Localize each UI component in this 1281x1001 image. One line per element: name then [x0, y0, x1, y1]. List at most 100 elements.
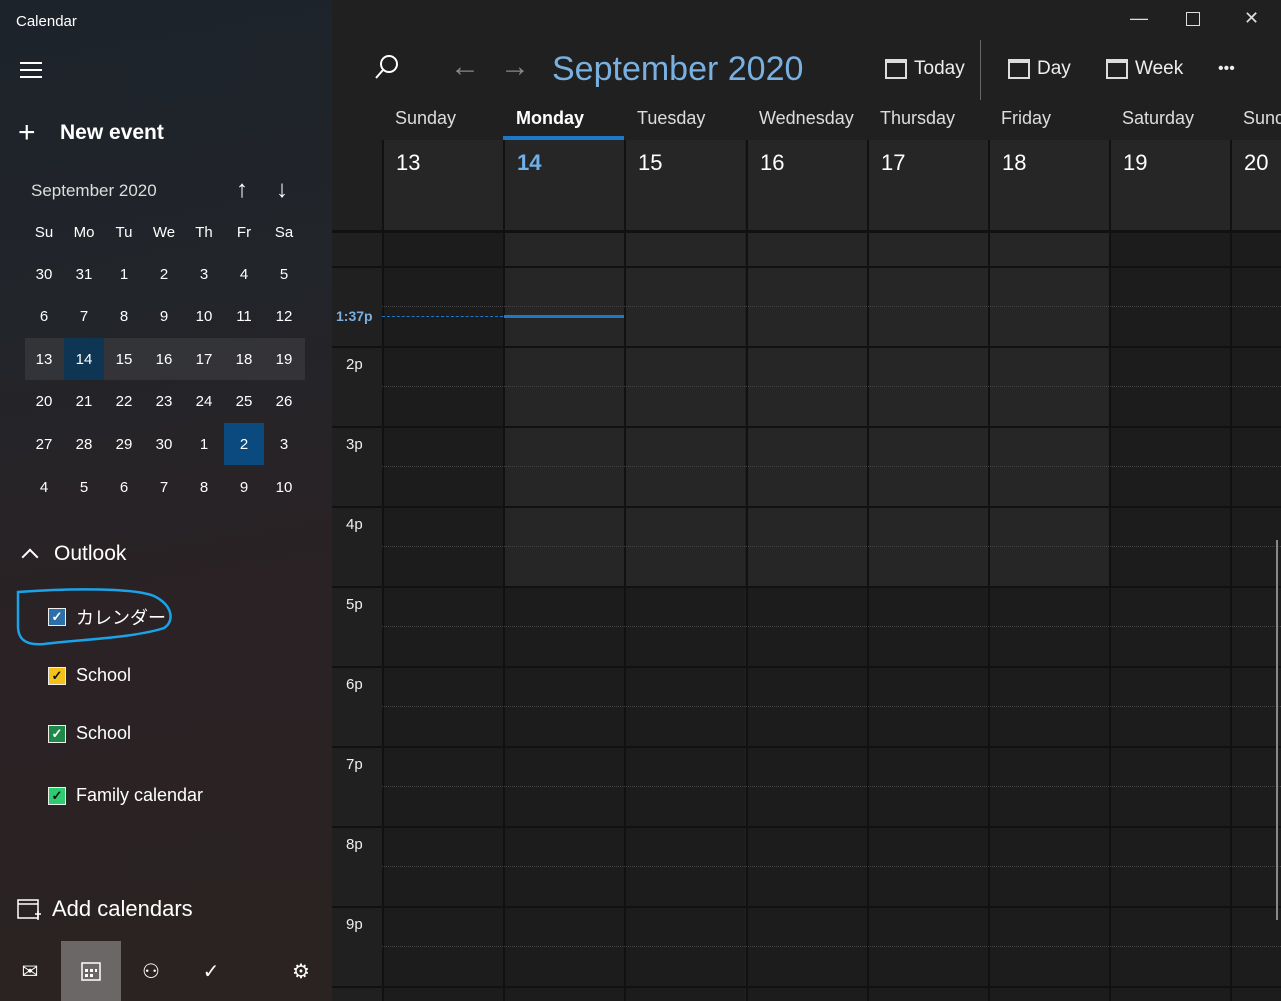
mini-calendar-day[interactable]: 13 [24, 338, 64, 380]
mini-calendar-day[interactable]: 30 [24, 253, 64, 295]
maximize-icon[interactable] [1186, 12, 1200, 26]
day-name-header[interactable]: Saturday [1122, 108, 1230, 129]
mini-calendar-day[interactable]: 28 [64, 423, 104, 465]
week-view-button[interactable]: Week [1106, 58, 1183, 80]
hamburger-menu-icon[interactable] [20, 62, 42, 78]
mini-calendar-day[interactable]: 5 [64, 466, 104, 508]
calendar-item[interactable]: ✓ Family calendar [48, 785, 203, 806]
day-date-cell[interactable]: 18 [988, 140, 1109, 230]
mini-calendar-day[interactable]: 17 [184, 338, 224, 380]
next-week-arrow-icon[interactable]: → [500, 50, 530, 84]
mini-calendar-day[interactable]: 4 [24, 466, 64, 508]
month-title[interactable]: September 2020 [552, 50, 803, 89]
checkbox[interactable]: ✓ [48, 666, 66, 685]
day-column-business[interactable] [988, 232, 1109, 586]
day-column-evening[interactable] [746, 586, 867, 1001]
day-name-header[interactable]: Friday [1001, 108, 1109, 129]
mini-calendar-day[interactable]: 26 [264, 381, 304, 423]
day-date-cell[interactable]: 15 [624, 140, 745, 230]
mini-calendar-day[interactable]: 7 [144, 466, 184, 508]
mini-calendar-day[interactable]: 6 [104, 466, 144, 508]
mini-calendar-day[interactable]: 9 [144, 296, 184, 338]
day-name-header[interactable]: Monday [516, 108, 624, 129]
mini-calendar-day[interactable]: 3 [264, 423, 304, 465]
day-column-business[interactable] [746, 232, 867, 586]
day-date-cell[interactable]: 13 [382, 140, 503, 230]
calendar-nav-icon[interactable] [61, 941, 121, 1001]
day-name-header[interactable]: Sunday [395, 108, 503, 129]
day-column-evening[interactable] [382, 586, 503, 1001]
mini-calendar-day[interactable]: 5 [264, 253, 304, 295]
mini-calendar-day[interactable]: 3 [184, 253, 224, 295]
minimize-icon[interactable]: — [1130, 8, 1148, 29]
checkbox[interactable]: ✓ [48, 724, 66, 743]
mini-calendar-day[interactable]: 15 [104, 338, 144, 380]
day-date-cell[interactable]: 17 [867, 140, 988, 230]
outlook-group-toggle[interactable]: Outlook [20, 542, 126, 566]
people-icon[interactable]: ⚇ [121, 941, 181, 1001]
mini-calendar-day[interactable]: 6 [24, 296, 64, 338]
day-column-business[interactable] [624, 232, 745, 586]
mini-calendar-day[interactable]: 2 [224, 423, 264, 466]
day-name-header[interactable]: Sunday [1243, 108, 1281, 129]
add-calendars-button[interactable]: Add calendars [16, 896, 193, 922]
mini-calendar-day[interactable]: 29 [104, 423, 144, 465]
search-icon[interactable] [374, 54, 400, 85]
more-options-button[interactable]: ••• [1218, 60, 1235, 78]
day-name-header[interactable]: Wednesday [759, 108, 867, 129]
previous-month-arrow-icon[interactable]: ↑ [236, 176, 248, 204]
day-column-business[interactable] [503, 232, 624, 586]
scrollbar[interactable] [1276, 540, 1278, 920]
mini-calendar-day[interactable]: 10 [264, 466, 304, 508]
mini-calendar-day[interactable]: 9 [224, 466, 264, 508]
mini-calendar-day[interactable]: 8 [184, 466, 224, 508]
mini-calendar-day[interactable]: 1 [184, 423, 224, 465]
today-button[interactable]: Today [885, 58, 965, 80]
mail-icon[interactable]: ✉ [0, 941, 60, 1001]
mini-calendar-day[interactable]: 16 [144, 338, 184, 380]
checkbox[interactable]: ✓ [48, 786, 66, 805]
mini-calendar-day[interactable]: 20 [24, 381, 64, 423]
next-month-arrow-icon[interactable]: ↓ [276, 176, 288, 204]
checkbox[interactable]: ✓ [48, 608, 66, 626]
calendar-item[interactable]: ✓ School [48, 665, 131, 686]
mini-calendar-day[interactable]: 21 [64, 381, 104, 423]
day-column-evening[interactable] [867, 586, 988, 1001]
day-date-cell[interactable]: 20 [1230, 140, 1281, 230]
settings-gear-icon[interactable]: ⚙ [271, 941, 331, 1001]
mini-calendar-day[interactable]: 18 [224, 338, 264, 380]
mini-calendar-day[interactable]: 23 [144, 381, 184, 423]
mini-calendar-day[interactable]: 7 [64, 296, 104, 338]
mini-calendar-day[interactable]: 24 [184, 381, 224, 423]
day-name-header[interactable]: Thursday [880, 108, 988, 129]
mini-calendar-day[interactable]: 14 [64, 338, 104, 381]
day-date-cell[interactable]: 14 [503, 140, 624, 230]
mini-calendar-day[interactable]: 25 [224, 381, 264, 423]
close-icon[interactable]: ✕ [1244, 8, 1259, 29]
day-view-button[interactable]: Day [1008, 58, 1071, 80]
mini-calendar-day[interactable]: 11 [224, 296, 264, 338]
mini-calendar-day[interactable]: 27 [24, 423, 64, 465]
day-date-cell[interactable]: 16 [746, 140, 867, 230]
mini-calendar-day[interactable]: 2 [144, 253, 184, 295]
day-column-business[interactable] [867, 232, 988, 586]
day-name-header[interactable]: Tuesday [637, 108, 745, 129]
todo-check-icon[interactable]: ✓ [181, 941, 241, 1001]
mini-calendar-day[interactable]: 12 [264, 296, 304, 338]
day-column-evening[interactable] [988, 586, 1109, 1001]
day-column-business[interactable] [1230, 232, 1281, 586]
day-column-evening[interactable] [624, 586, 745, 1001]
new-event-button[interactable]: + New event [18, 116, 164, 150]
day-column-business[interactable] [382, 232, 503, 586]
mini-calendar-day[interactable]: 4 [224, 253, 264, 295]
mini-calendar-day[interactable]: 22 [104, 381, 144, 423]
day-column-business[interactable] [1109, 232, 1230, 586]
calendar-item[interactable]: ✓ カレンダー [48, 604, 166, 630]
day-date-cell[interactable]: 19 [1109, 140, 1230, 230]
day-column-evening[interactable] [1109, 586, 1230, 1001]
day-column-evening[interactable] [1230, 586, 1281, 1001]
day-column-evening[interactable] [503, 586, 624, 1001]
mini-calendar-day[interactable]: 8 [104, 296, 144, 338]
mini-calendar-day[interactable]: 30 [144, 423, 184, 465]
mini-calendar-month[interactable]: September 2020 [31, 181, 157, 201]
